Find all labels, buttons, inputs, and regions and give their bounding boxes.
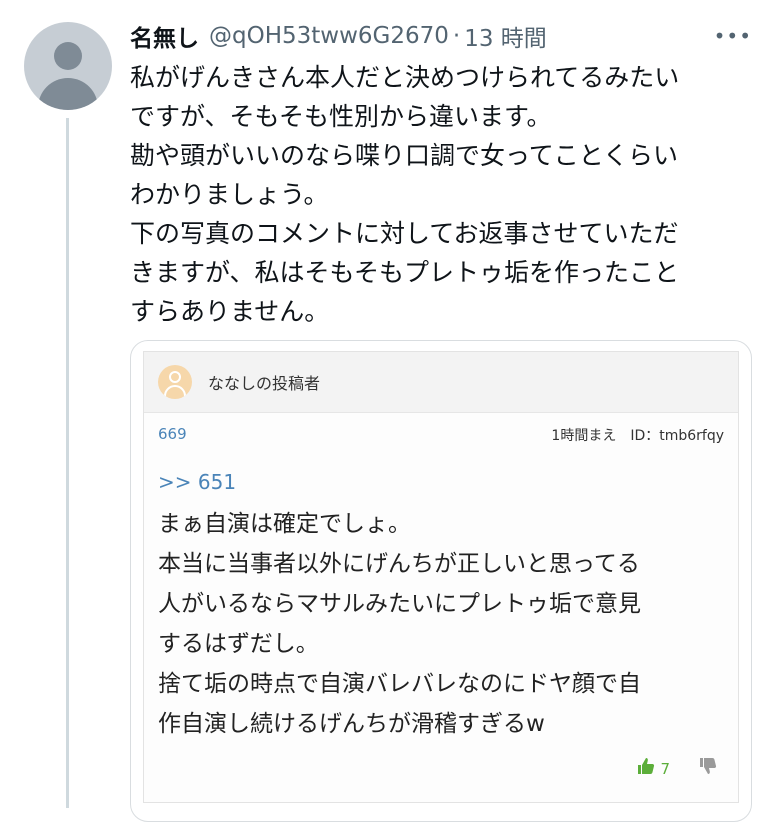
thumbs-down-icon[interactable] (698, 756, 718, 781)
tweet-text-line: 勘や頭がいいのなら喋り口調で女ってことくらい (130, 141, 679, 170)
attached-image-card[interactable]: ななしの投稿者 669 1時間まえ ID：tmb6rfqy >> 651 まぁ自… (130, 340, 752, 822)
upvote-count: 7 (660, 759, 670, 778)
tweet-text-line: わかりましょう。 (130, 180, 329, 209)
poster-avatar-body (164, 385, 186, 399)
tweet-text-line: すらありません。 (130, 297, 330, 326)
reply-anchor-link[interactable]: >> 651 (158, 470, 236, 494)
more-horizontal-icon[interactable]: ••• (714, 24, 752, 48)
post-body-line: 捨て垢の時点で自演バレバレなのにドヤ顔で自 (158, 671, 641, 697)
tweet-header: 名無し @qOH53tww6G2670 · 13 時間 ••• (130, 18, 756, 54)
avatar-body-shape (38, 78, 98, 110)
avatar[interactable] (24, 22, 112, 110)
tweet-text-line: 下の写真のコメントに対してお返事させていただ (130, 219, 679, 248)
avatar-head-shape (54, 42, 82, 70)
post-body-line: まぁ自演は確定でしょ。 (158, 511, 411, 537)
post-meta: 669 1時間まえ ID：tmb6rfqy (144, 413, 738, 453)
tweet-text: 私がげんきさん本人だと決めつけられてるみたい ですが、そもそも性別から違います。… (130, 58, 750, 331)
poster-avatar-icon (158, 365, 192, 399)
tweet-text-line: 私がげんきさん本人だと決めつけられてるみたい (130, 63, 680, 92)
post-time-id: 1時間まえ ID：tmb6rfqy (551, 428, 724, 444)
display-name[interactable]: 名無し (130, 19, 199, 53)
poster-name: ななしの投稿者 (208, 374, 321, 393)
post-body-line: 本当に当事者以外にげんちが正しいと思ってる (158, 551, 640, 577)
post-header: ななしの投稿者 (144, 352, 738, 413)
post-body: まぁ自演は確定でしょ。 本当に当事者以外にげんちが正しいと思ってる 人がいるなら… (158, 504, 641, 744)
post-body-line: するはずだし。 (158, 631, 319, 657)
thread-line (66, 118, 69, 808)
poster-avatar-head (169, 371, 181, 383)
post-body-line: 人がいるならマサルみたいにプレトゥ垢で意見 (158, 591, 641, 617)
post-body-line: 作自演し続けるげんちが滑稽すぎるw (158, 711, 545, 737)
post-number[interactable]: 669 (158, 425, 187, 443)
forum-post: ななしの投稿者 669 1時間まえ ID：tmb6rfqy >> 651 まぁ自… (143, 351, 739, 803)
tweet-text-line: ですが、そもそも性別から違います。 (130, 102, 552, 131)
vote-bar: 7 (636, 756, 718, 781)
user-handle[interactable]: @qOH53tww6G2670 (209, 23, 449, 49)
timestamp[interactable]: 13 時間 (464, 19, 547, 53)
thumbs-up-icon[interactable] (636, 756, 656, 781)
tweet-text-line: きますが、私はそもそもプレトゥ垢を作ったこと (130, 258, 680, 287)
separator-dot: · (452, 23, 461, 49)
